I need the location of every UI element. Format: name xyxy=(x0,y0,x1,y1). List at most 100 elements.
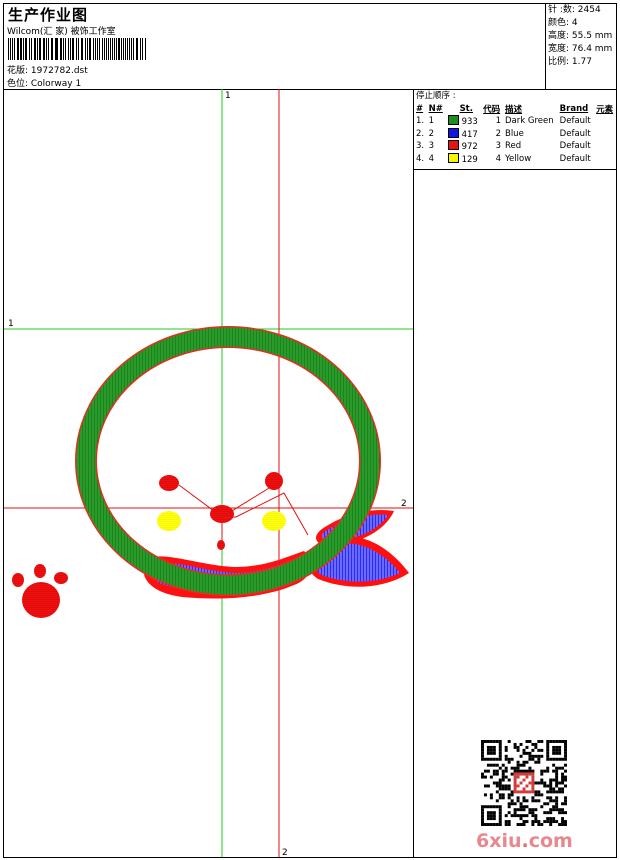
qr-module xyxy=(543,820,547,824)
qr-module xyxy=(546,745,550,749)
qr-module xyxy=(516,799,520,803)
qr-module xyxy=(507,787,511,791)
qr-module xyxy=(561,775,565,779)
qr-module xyxy=(552,745,556,749)
qr-module xyxy=(504,787,508,791)
qr-module xyxy=(522,820,526,824)
qr-module xyxy=(483,740,487,743)
qr-module xyxy=(481,742,484,746)
qr-module xyxy=(481,772,484,776)
qr-module xyxy=(486,823,490,826)
jump-stitch-2 xyxy=(222,492,309,536)
qr-module xyxy=(558,787,562,791)
qr-module xyxy=(537,757,541,761)
barcode-bar xyxy=(39,38,41,60)
row-stitches: 417 xyxy=(446,127,482,141)
qr-module xyxy=(564,754,567,758)
row-element xyxy=(594,128,616,141)
qr-module xyxy=(498,754,502,758)
qr-module xyxy=(498,793,502,797)
qr-module xyxy=(516,769,520,773)
qr-module xyxy=(498,823,502,826)
qr-module xyxy=(561,811,565,815)
qr-module xyxy=(481,805,484,809)
qr-module xyxy=(513,808,517,812)
qr-module xyxy=(504,775,508,779)
qr-module xyxy=(522,751,526,755)
qr-module xyxy=(522,748,526,752)
qr-module xyxy=(555,775,559,779)
qr-module xyxy=(495,781,499,785)
qr-module xyxy=(549,799,553,803)
qr-module xyxy=(561,790,565,794)
qr-module xyxy=(552,805,556,809)
qr-module xyxy=(561,781,565,785)
qr-module xyxy=(481,808,484,812)
qr-module xyxy=(564,740,567,743)
barcode-bar xyxy=(97,38,99,60)
qr-module xyxy=(504,745,508,749)
qr-module xyxy=(489,763,493,767)
qr-module xyxy=(528,811,532,815)
guide-label-bottom: 2 xyxy=(282,848,288,857)
qr-module xyxy=(492,805,496,809)
qr-module xyxy=(534,820,538,824)
qr-module xyxy=(546,748,550,752)
qr-module xyxy=(558,766,562,770)
qr-module xyxy=(564,742,567,746)
qr-module xyxy=(498,805,502,809)
qr-module xyxy=(528,751,532,755)
qr-module xyxy=(531,820,535,824)
qr-module xyxy=(561,778,565,782)
row-stitch-value: 972 xyxy=(461,142,478,153)
qr-module xyxy=(489,814,493,818)
qr-module xyxy=(498,740,502,743)
qr-module xyxy=(537,781,541,785)
qr-module xyxy=(537,748,541,752)
qr-module xyxy=(516,772,520,776)
qr-module xyxy=(546,784,550,788)
qr-module xyxy=(513,784,517,788)
qr-module xyxy=(555,784,559,788)
barcode-bar xyxy=(131,38,133,60)
qr-module xyxy=(504,748,508,752)
barcode-bar xyxy=(46,38,48,60)
qr-module xyxy=(519,769,523,773)
qr-module xyxy=(561,772,565,776)
qr-module xyxy=(507,760,511,764)
qr-module xyxy=(552,769,556,773)
qr-module xyxy=(504,757,508,761)
row-brand: Default xyxy=(559,141,591,152)
qr-module xyxy=(486,805,490,809)
qr-module xyxy=(531,769,535,773)
qr-module xyxy=(489,775,493,779)
qr-module xyxy=(486,784,490,788)
qr-module xyxy=(501,763,505,767)
qr-module xyxy=(555,751,559,755)
qr-module xyxy=(540,793,544,797)
qr-module xyxy=(507,740,511,743)
qr-module xyxy=(510,757,514,761)
row-brand: Default xyxy=(559,116,591,127)
qr-module xyxy=(564,769,567,773)
qr-module xyxy=(534,754,538,758)
qr-module xyxy=(555,772,559,776)
col-index: # xyxy=(416,103,424,114)
qr-module xyxy=(513,802,517,806)
qr-module xyxy=(501,793,505,797)
qr-module xyxy=(507,823,511,826)
color-swatch xyxy=(447,115,459,126)
qr-module xyxy=(498,781,502,785)
qr-module xyxy=(522,823,526,826)
qr-module xyxy=(516,784,520,788)
qr-module xyxy=(510,793,514,797)
qr-module xyxy=(498,748,502,752)
qr-module xyxy=(537,799,541,803)
qr-module xyxy=(522,814,526,818)
barcode-bar xyxy=(56,38,58,60)
qr-module xyxy=(531,823,535,826)
qr-module xyxy=(501,787,505,791)
qr-module xyxy=(534,745,538,749)
qr-module xyxy=(528,754,532,758)
qr-module xyxy=(555,757,559,761)
